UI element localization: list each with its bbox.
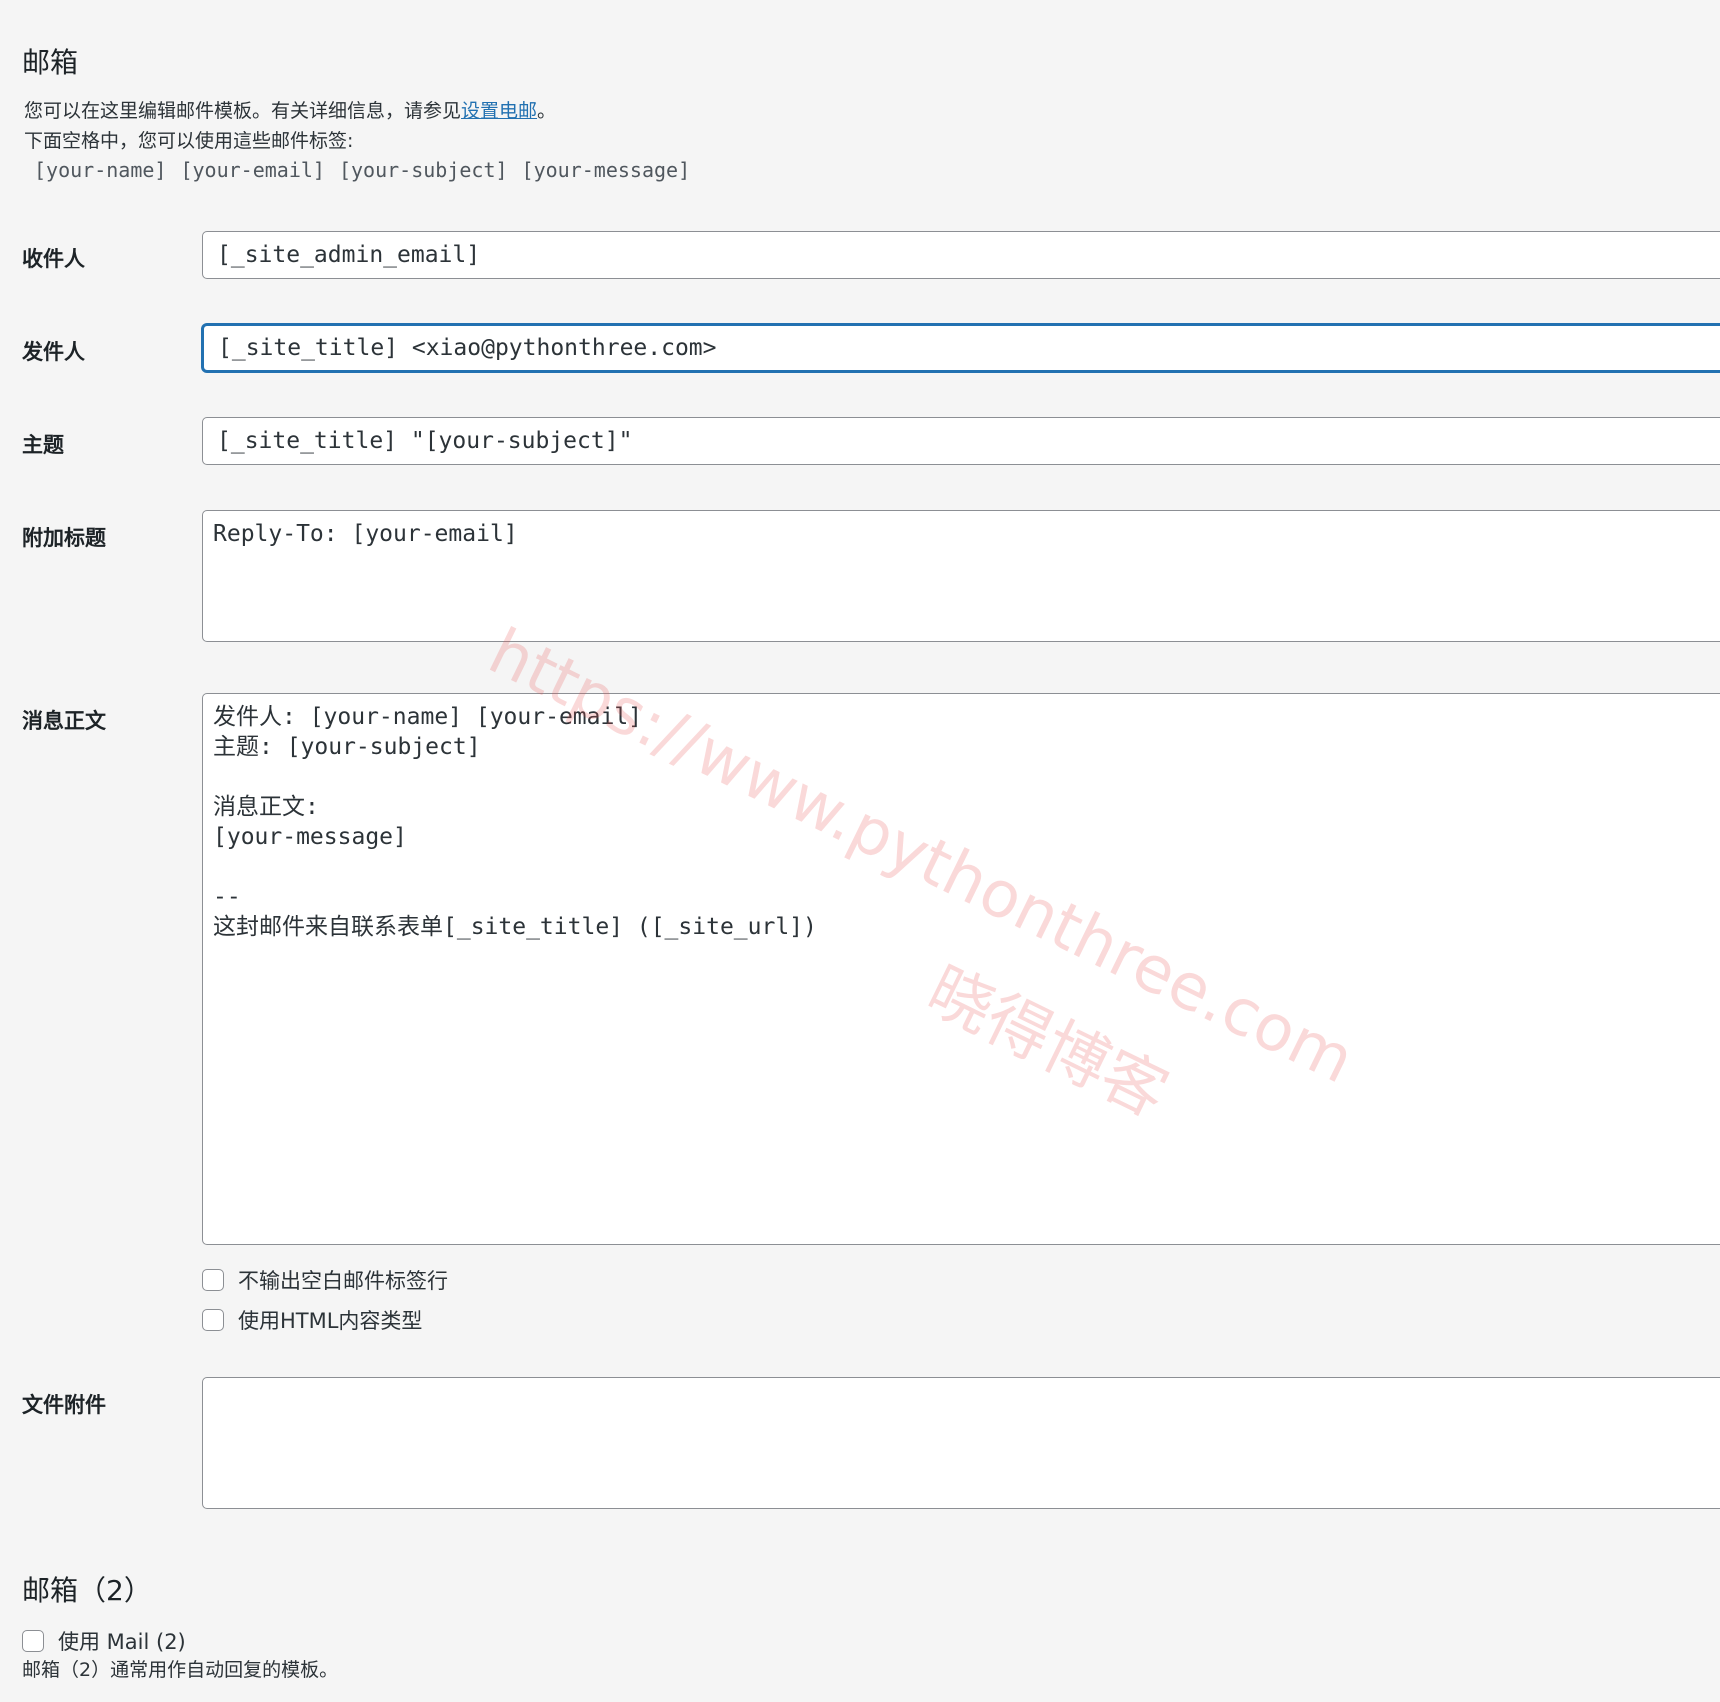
mail-description-text: 您可以在这里编辑邮件模板。有关详细信息，请参见	[24, 100, 462, 122]
mail-description-suffix: 。	[537, 100, 557, 122]
mail-tags-intro: 下面空格中，您可以使用這些邮件标签:	[24, 130, 354, 152]
use-mail2-checkbox[interactable]	[22, 1630, 44, 1652]
message-body-textarea[interactable]: 发件人: [your-name] [your-email] 主题: [your-…	[202, 693, 1720, 1245]
mail-description: 您可以在这里编辑邮件模板。有关详细信息，请参见设置电邮。	[24, 96, 556, 126]
additional-headers-label: 附加标题	[22, 526, 106, 550]
mail-setup-link[interactable]: 设置电邮	[461, 100, 537, 122]
subject-label: 主题	[22, 433, 64, 457]
use-mail2-label: 使用 Mail (2)	[58, 1630, 186, 1654]
file-attachments-textarea[interactable]	[202, 1377, 1720, 1509]
subject-input[interactable]	[202, 417, 1720, 465]
additional-headers-textarea[interactable]: Reply-To: [your-email]	[202, 510, 1720, 642]
mail-section-title: 邮箱	[22, 46, 79, 79]
mail-tag-list: [your-name] [your-email] [your-subject] [yo…	[34, 158, 704, 182]
use-mail2-option[interactable]: 使用 Mail (2)	[22, 1626, 186, 1656]
mail-tag[interactable]: [your-message]	[522, 158, 691, 182]
mail-tag[interactable]: [your-email]	[180, 158, 325, 182]
mail-tag[interactable]: [your-subject]	[339, 158, 508, 182]
from-input[interactable]	[202, 324, 1720, 372]
use-html-label: 使用HTML内容类型	[238, 1309, 423, 1333]
use-html-checkbox[interactable]	[202, 1309, 224, 1331]
message-body-label: 消息正文	[22, 709, 106, 733]
to-label: 收件人	[22, 247, 85, 271]
mail2-description: 邮箱（2）通常用作自动回复的模板。	[22, 1659, 339, 1681]
file-attachments-label: 文件附件	[22, 1393, 106, 1417]
use-html-option[interactable]: 使用HTML内容类型	[202, 1305, 422, 1335]
exclude-blank-label: 不输出空白邮件标签行	[238, 1269, 448, 1293]
exclude-blank-checkbox[interactable]	[202, 1269, 224, 1291]
from-label: 发件人	[22, 340, 85, 364]
mail-tag[interactable]: [your-name]	[34, 158, 166, 182]
exclude-blank-option[interactable]: 不输出空白邮件标签行	[202, 1265, 448, 1295]
to-input[interactable]	[202, 231, 1720, 279]
mail2-section-title: 邮箱（2）	[22, 1574, 152, 1607]
